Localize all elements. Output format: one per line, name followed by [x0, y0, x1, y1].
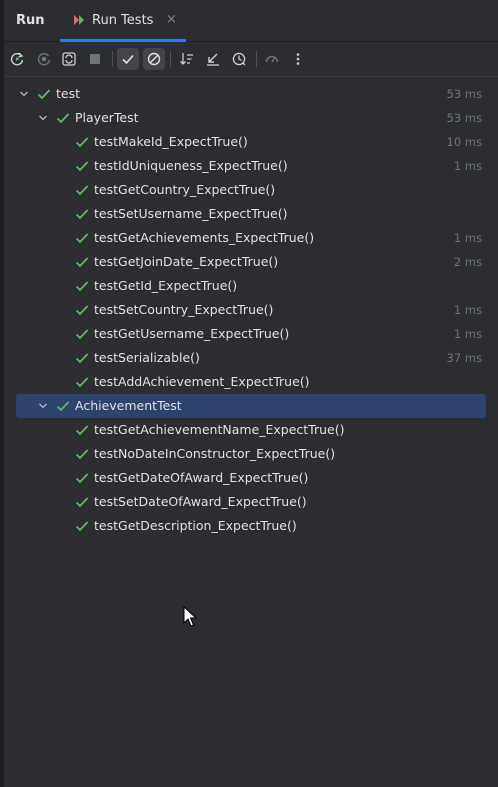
passed-check-icon — [75, 281, 89, 292]
node-label: AchievementTest — [75, 398, 182, 413]
import-tests-icon[interactable] — [202, 48, 224, 70]
node-label: testGetId_ExpectTrue() — [94, 278, 238, 293]
passed-check-icon — [75, 473, 89, 484]
duration-label: 1 ms — [453, 159, 482, 173]
tree-node-test[interactable]: testGetDescription_ExpectTrue() — [4, 514, 498, 538]
toolbar-separator — [256, 51, 257, 67]
node-label: testGetCountry_ExpectTrue() — [94, 182, 276, 197]
duration-label: 2 ms — [453, 255, 482, 269]
show-ignored-icon[interactable] — [143, 48, 165, 70]
tree-node-test[interactable]: testIdUniqueness_ExpectTrue() 1 ms — [4, 154, 498, 178]
duration-label: 1 ms — [453, 303, 482, 317]
mouse-cursor-icon — [183, 606, 197, 627]
passed-check-icon — [75, 449, 89, 460]
history-icon[interactable] — [228, 48, 250, 70]
toolbar-separator — [170, 51, 171, 67]
passed-check-icon — [75, 305, 89, 316]
node-label: testGetDateOfAward_ExpectTrue() — [94, 470, 309, 485]
duration-label: 1 ms — [453, 327, 482, 341]
tool-window-header: Run Run Tests × — [4, 0, 498, 42]
passed-check-icon — [37, 89, 51, 100]
node-label: testSetCountry_ExpectTrue() — [94, 302, 274, 317]
passed-check-icon — [75, 209, 89, 220]
node-label: testGetAchievementName_ExpectTrue() — [94, 422, 345, 437]
passed-check-icon — [75, 521, 89, 532]
node-label: testSetDateOfAward_ExpectTrue() — [94, 494, 307, 509]
toolbar-separator — [112, 51, 113, 67]
chevron-down-icon[interactable] — [18, 88, 30, 100]
passed-check-icon — [75, 185, 89, 196]
tree-node-test[interactable]: testSerializable() 37 ms — [4, 346, 498, 370]
passed-check-icon — [56, 113, 70, 124]
close-icon[interactable]: × — [166, 12, 177, 27]
node-label: testIdUniqueness_ExpectTrue() — [94, 158, 288, 173]
passed-check-icon — [75, 425, 89, 436]
tab-label: Run Tests — [92, 13, 154, 28]
run-tests-icon — [74, 15, 84, 25]
tree-node-test[interactable]: testGetDateOfAward_ExpectTrue() — [4, 466, 498, 490]
passed-check-icon — [75, 497, 89, 508]
tool-window-title: Run — [16, 13, 45, 28]
passed-check-icon — [56, 401, 70, 412]
tree-node-test[interactable]: testSetUsername_ExpectTrue() — [4, 202, 498, 226]
node-label: testGetJoinDate_ExpectTrue() — [94, 254, 279, 269]
sort-alphabetically-icon[interactable] — [176, 48, 198, 70]
node-label: testSetUsername_ExpectTrue() — [94, 206, 288, 221]
tree-node-test[interactable]: testSetDateOfAward_ExpectTrue() — [4, 490, 498, 514]
coverage-icon[interactable] — [261, 48, 283, 70]
node-label: test — [56, 86, 81, 101]
more-options-icon[interactable] — [287, 48, 309, 70]
passed-check-icon — [75, 353, 89, 364]
chevron-down-icon[interactable] — [37, 112, 49, 124]
passed-check-icon — [75, 257, 89, 268]
rerun-icon[interactable] — [6, 48, 28, 70]
node-label: testSerializable() — [94, 350, 200, 365]
tree-node-suite[interactable]: AchievementTest — [4, 394, 498, 418]
tree-node-test[interactable]: testGetCountry_ExpectTrue() — [4, 178, 498, 202]
tree-node-test[interactable]: testGetAchievements_ExpectTrue() 1 ms — [4, 226, 498, 250]
duration-label: 53 ms — [446, 87, 482, 101]
stop-icon[interactable] — [84, 48, 106, 70]
duration-label: 10 ms — [446, 135, 482, 149]
tree-node-test[interactable]: testNoDateInConstructor_ExpectTrue() — [4, 442, 498, 466]
show-passed-icon[interactable] — [117, 48, 139, 70]
tree-node-test[interactable]: testAddAchievement_ExpectTrue() — [4, 370, 498, 394]
tree-node-test[interactable]: testGetUsername_ExpectTrue() 1 ms — [4, 322, 498, 346]
passed-check-icon — [75, 137, 89, 148]
node-label: testGetAchievements_ExpectTrue() — [94, 230, 315, 245]
tree-node-test[interactable]: testGetJoinDate_ExpectTrue() 2 ms — [4, 250, 498, 274]
tree-node-root[interactable]: test 53 ms — [4, 82, 498, 106]
node-label: testMakeId_ExpectTrue() — [94, 134, 248, 149]
node-label: testAddAchievement_ExpectTrue() — [94, 374, 310, 389]
node-label: testGetUsername_ExpectTrue() — [94, 326, 290, 341]
tree-node-suite[interactable]: PlayerTest 53 ms — [4, 106, 498, 130]
chevron-down-icon[interactable] — [37, 400, 49, 412]
duration-label: 1 ms — [453, 231, 482, 245]
duration-label: 53 ms — [446, 111, 482, 125]
passed-check-icon — [75, 161, 89, 172]
tab-run-tests[interactable]: Run Tests × — [60, 0, 186, 42]
passed-check-icon — [75, 233, 89, 244]
passed-check-icon — [75, 377, 89, 388]
node-label: testNoDateInConstructor_ExpectTrue() — [94, 446, 336, 461]
tree-node-test[interactable]: testGetAchievementName_ExpectTrue() — [4, 418, 498, 442]
toggle-auto-test-icon[interactable] — [58, 48, 80, 70]
tree-node-test[interactable]: testMakeId_ExpectTrue() 10 ms — [4, 130, 498, 154]
duration-label: 37 ms — [446, 351, 482, 365]
rerun-failed-icon[interactable] — [33, 48, 55, 70]
passed-check-icon — [75, 329, 89, 340]
test-runner-toolbar — [4, 42, 498, 77]
tree-node-test[interactable]: testSetCountry_ExpectTrue() 1 ms — [4, 298, 498, 322]
node-label: PlayerTest — [75, 110, 139, 125]
node-label: testGetDescription_ExpectTrue() — [94, 518, 297, 533]
tree-node-test[interactable]: testGetId_ExpectTrue() — [4, 274, 498, 298]
